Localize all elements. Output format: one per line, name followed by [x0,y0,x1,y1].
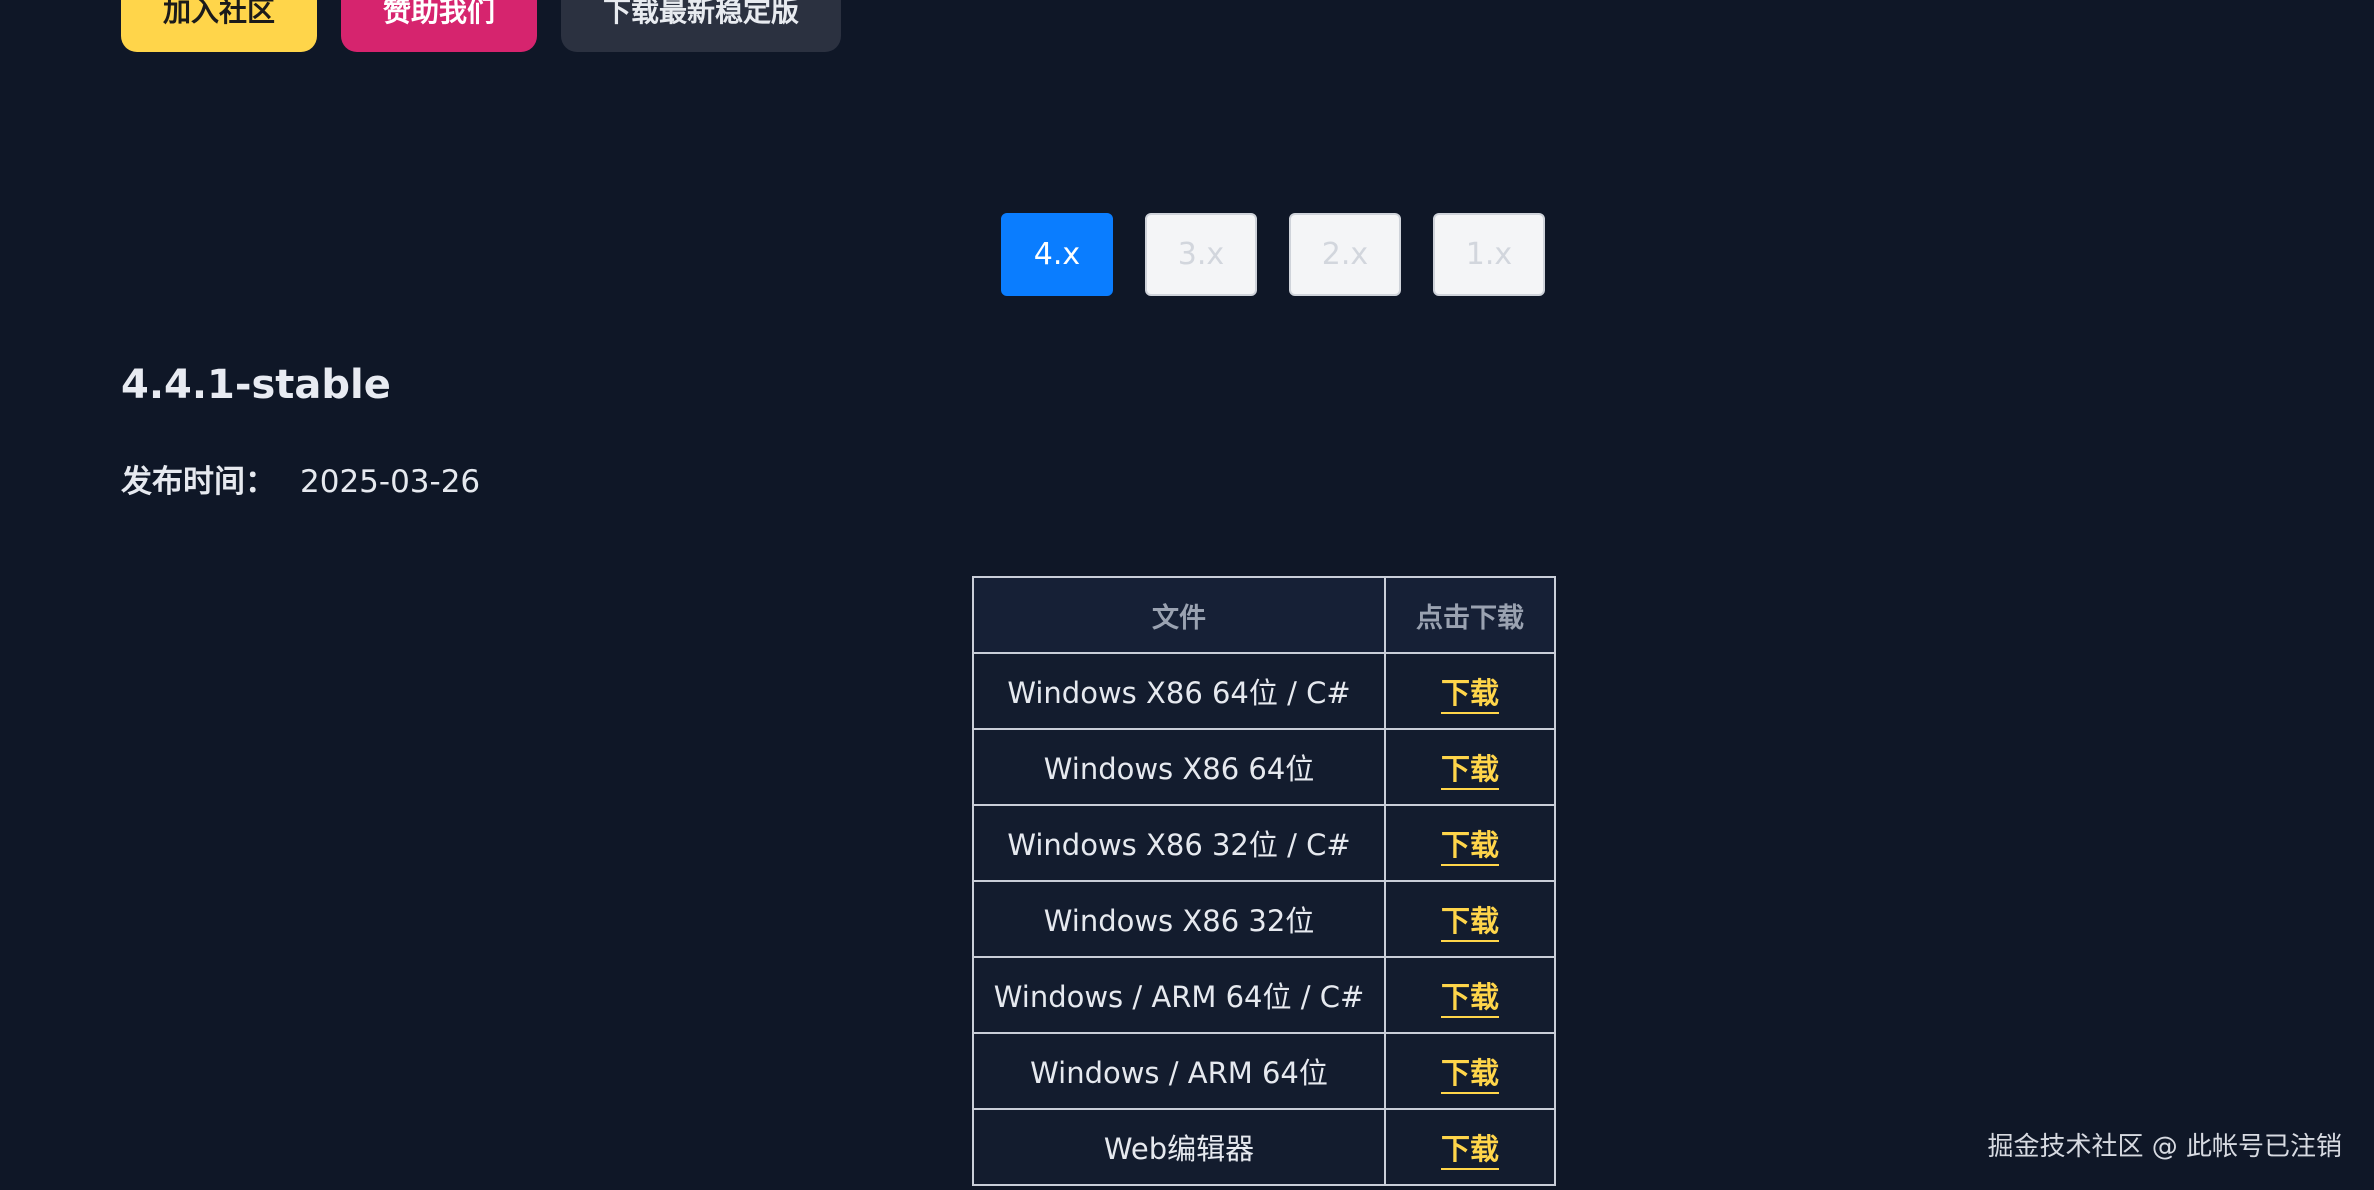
download-link[interactable]: 下载 [1440,904,1499,942]
release-date-value: 2025-03-26 [300,464,481,500]
watermark: 掘金技术社区 @ 此帐号已注销 [1987,1132,2342,1162]
download-link[interactable]: 下载 [1440,980,1499,1018]
download-cell: 下载 [1384,728,1556,806]
download-cell: 下载 [1384,1108,1556,1186]
download-link[interactable]: 下载 [1440,1132,1499,1170]
sponsor-button[interactable]: 赞助我们 [341,0,538,52]
version-tab-4x[interactable]: 4.x [1001,213,1113,296]
join-community-button[interactable]: 加入社区 [121,0,318,52]
download-link[interactable]: 下载 [1440,828,1499,866]
table-row: Windows / ARM 64位 / C# 下载 [972,956,1556,1034]
table-row: Windows X86 32位 / C# 下载 [972,804,1556,882]
release-date: 发布时间： 2025-03-26 [121,456,480,501]
version-tab-3x[interactable]: 3.x [1145,213,1257,296]
table-row: Windows X86 64位 / C# 下载 [972,652,1556,730]
file-name: Web编辑器 [972,1108,1386,1186]
file-name: Windows X86 64位 / C# [972,652,1386,730]
download-cell: 下载 [1384,804,1556,882]
download-link[interactable]: 下载 [1440,752,1499,790]
file-name: Windows X86 32位 [972,880,1386,958]
release-date-label: 发布时间： [121,464,276,500]
download-latest-button[interactable]: 下载最新稳定版 [561,0,842,52]
download-cell: 下载 [1384,1032,1556,1110]
download-cell: 下载 [1384,652,1556,730]
download-cell: 下载 [1384,956,1556,1034]
top-actions: 加入社区 赞助我们 下载最新稳定版 [121,0,842,52]
version-tab-1x[interactable]: 1.x [1433,213,1545,296]
page: 加入社区 赞助我们 下载最新稳定版 4.x 3.x 2.x 1.x 4.4.1-… [0,0,2374,1190]
version-tabs: 4.x 3.x 2.x 1.x [1001,213,1545,296]
download-cell: 下载 [1384,880,1556,958]
file-name: Windows / ARM 64位 [972,1032,1386,1110]
release-title: 4.4.1-stable [121,362,391,408]
table-row: Web编辑器 下载 [972,1108,1556,1186]
file-name: Windows X86 64位 [972,728,1386,806]
downloads-table: 文件 点击下载 Windows X86 64位 / C# 下载 Windows … [972,576,1556,1186]
download-link[interactable]: 下载 [1440,1056,1499,1094]
table-row: Windows / ARM 64位 下载 [972,1032,1556,1110]
header-download: 点击下载 [1384,576,1556,654]
table-row: Windows X86 64位 下载 [972,728,1556,806]
table-row: Windows X86 32位 下载 [972,880,1556,958]
header-file: 文件 [972,576,1386,654]
table-header-row: 文件 点击下载 [972,576,1556,654]
version-tab-2x[interactable]: 2.x [1289,213,1401,296]
file-name: Windows X86 32位 / C# [972,804,1386,882]
download-link[interactable]: 下载 [1440,676,1499,714]
file-name: Windows / ARM 64位 / C# [972,956,1386,1034]
